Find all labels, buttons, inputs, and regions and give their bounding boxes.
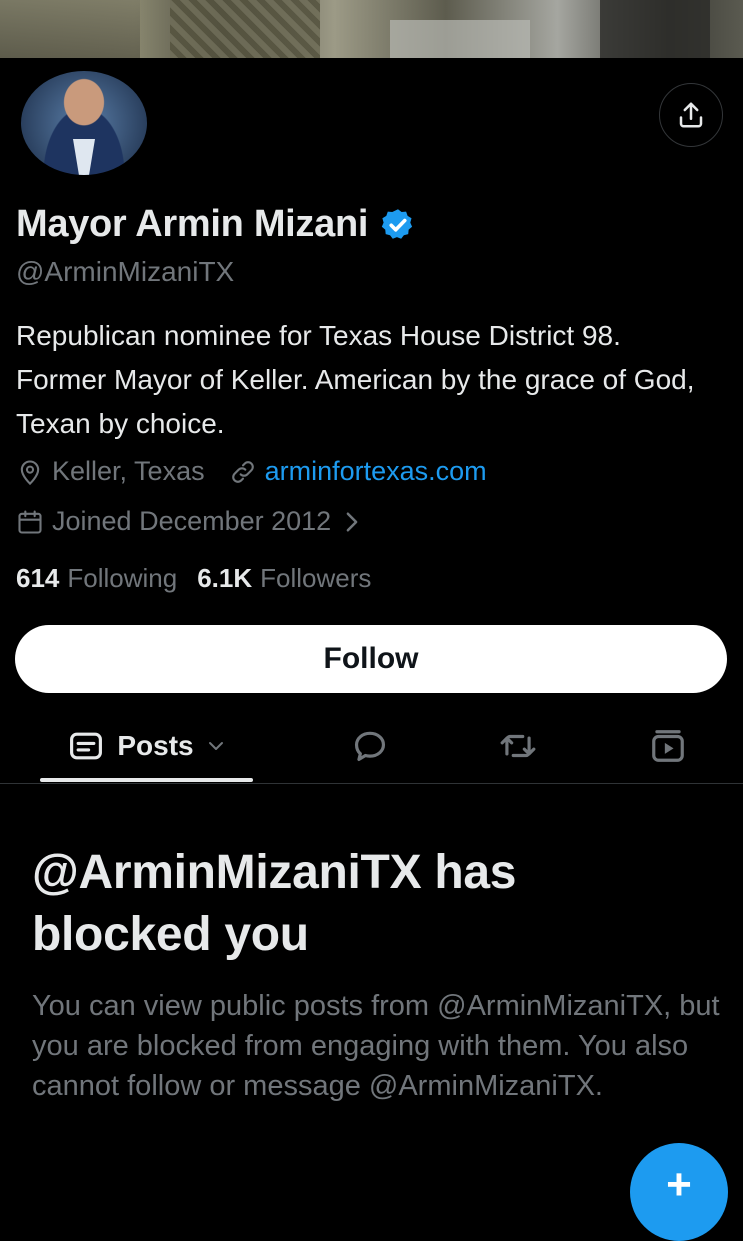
profile-handle: @ArminMizaniTX [16,256,235,287]
follow-counts: 614 Following 6.1K Followers [16,563,391,594]
share-icon [679,102,703,128]
calendar-icon [18,509,42,534]
banner-image-part [170,0,320,58]
posts-icon [70,732,103,760]
compose-post-button[interactable]: + [630,1143,728,1241]
avatar-photo-detail [73,139,95,175]
following-count[interactable]: 614 [16,563,59,594]
follow-button[interactable]: Follow [15,625,727,693]
profile-name: Mayor Armin Mizani [16,203,369,245]
blocked-message: You can view public posts from @ArminMiz… [32,990,720,1102]
banner-image-part [390,20,530,58]
location-text: Keller, Texas [52,456,205,486]
profile-meta-row: Keller, Texas arminfortexas.com [16,456,511,487]
banner-image-part [0,0,140,58]
tab-replies[interactable] [335,710,405,782]
website-item[interactable]: arminfortexas.com [229,456,487,487]
plus-icon: + [666,1160,692,1209]
link-icon [231,460,254,483]
blocked-title: @ArminMizaniTX has blocked you [32,846,517,961]
joined-date: Joined December 2012 [52,506,332,536]
profile-bio: Republican nominee for Texas House Distr… [16,320,695,439]
profile-banner[interactable] [0,0,743,58]
tab-media[interactable] [633,710,703,782]
tab-reposts[interactable] [483,710,553,782]
location-pin-icon [20,460,40,485]
profile-avatar[interactable] [16,66,154,180]
joined-row[interactable]: Joined December 2012 [16,506,369,537]
profile-tabs: Posts [0,710,743,782]
chevron-down-icon [208,742,223,750]
tabs-divider [0,783,743,784]
following-label[interactable]: Following [67,563,177,594]
profile-name-row: Mayor Armin Mizani [16,203,416,246]
banner-image-part [600,0,710,58]
tab-posts-label: Posts [117,730,194,761]
media-icon [652,730,684,762]
avatar-photo [21,71,147,175]
location-item: Keller, Texas [16,456,205,487]
verified-badge-icon[interactable] [380,207,416,243]
followers-label[interactable]: Followers [260,563,371,594]
chevron-right-icon [346,512,358,531]
followers-count[interactable]: 6.1K [197,563,252,594]
website-link[interactable]: arminfortexas.com [265,456,487,487]
tab-posts[interactable]: Posts [40,710,253,782]
reply-bubble-icon [354,731,386,762]
share-button[interactable] [659,83,723,147]
repost-icon [500,734,536,758]
active-tab-indicator [40,778,253,782]
